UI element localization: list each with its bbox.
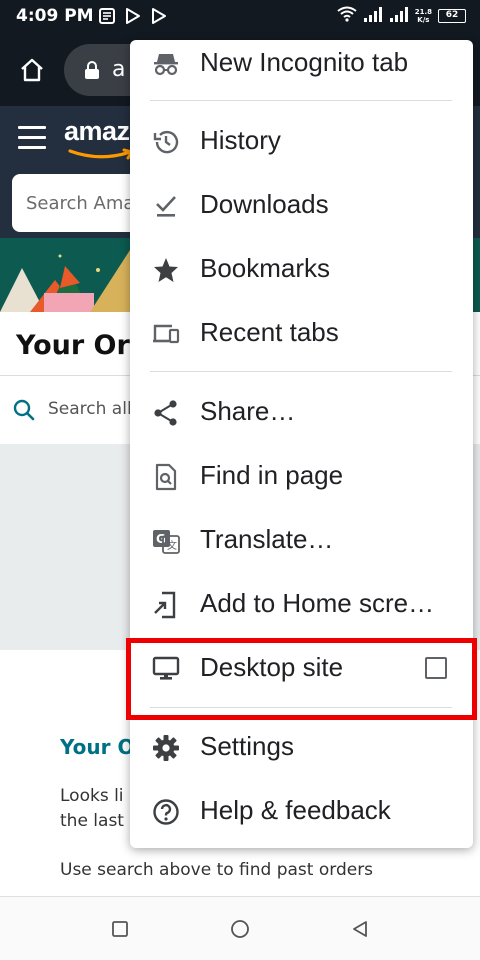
status-time: 4:09 PM <box>16 6 94 26</box>
menu-item-recent-tabs[interactable]: Recent tabs <box>130 302 473 366</box>
find-in-page-icon <box>152 463 180 491</box>
menu-item-label: Add to Home scre… <box>200 588 435 618</box>
gear-icon <box>152 734 180 762</box>
menu-item-label: Bookmarks <box>200 253 331 283</box>
network-speed: 21.8 K/s <box>415 8 432 24</box>
menu-item-label: New Incognito tab <box>200 47 409 77</box>
play-store-notification-icon-2 <box>150 7 168 25</box>
network-speed-value: 21.8 <box>414 8 432 16</box>
home-icon[interactable] <box>18 56 46 84</box>
amazon-search-placeholder: Search Ama <box>26 193 135 214</box>
menu-item-label: Translate… <box>200 524 334 554</box>
menu-item-label: Downloads <box>200 189 329 219</box>
amazon-logo[interactable]: amaz <box>64 116 130 147</box>
your-orders-heading: Your O <box>60 735 135 759</box>
status-bar: 4:09 PM 21.8 K/s 62 <box>0 0 480 34</box>
history-icon <box>152 128 180 156</box>
menu-divider <box>150 100 452 101</box>
svg-text:文: 文 <box>167 539 177 552</box>
recents-square-icon[interactable] <box>110 919 130 939</box>
url-text: a <box>112 57 126 82</box>
devices-icon <box>152 320 180 348</box>
add-to-home-icon <box>152 591 180 619</box>
orders-page-title: Your Or <box>16 330 130 361</box>
lock-icon <box>84 60 100 80</box>
chrome-overflow-menu: New Incognito tab History Downloads Book… <box>130 40 473 848</box>
menu-item-find-in-page[interactable]: Find in page <box>130 445 473 509</box>
amazon-smile-icon <box>68 148 135 160</box>
search-icon[interactable] <box>12 398 36 422</box>
star-icon <box>152 256 180 284</box>
no-orders-line-2: the last <box>60 811 124 831</box>
menu-item-new-incognito-tab[interactable]: New Incognito tab <box>130 32 473 96</box>
home-circle-icon[interactable] <box>230 919 250 939</box>
menu-item-add-to-home-screen[interactable]: Add to Home scre… <box>130 573 473 637</box>
help-icon <box>152 798 180 826</box>
menu-item-translate[interactable]: G文 Translate… <box>130 509 473 573</box>
menu-item-label: Settings <box>200 731 294 761</box>
menu-item-label: History <box>200 125 281 155</box>
news-notification-icon <box>98 7 116 25</box>
translate-icon: G文 <box>152 527 180 555</box>
back-triangle-icon[interactable] <box>350 919 370 939</box>
share-icon <box>152 399 180 427</box>
menu-item-settings[interactable]: Settings <box>130 716 473 780</box>
battery-indicator: 62 <box>438 9 466 23</box>
play-store-notification-icon <box>124 7 142 25</box>
menu-item-label: Find in page <box>200 460 344 490</box>
notification-icons <box>98 7 168 25</box>
menu-item-label: Share… <box>200 396 296 426</box>
order-search-input[interactable]: Search all <box>48 399 132 419</box>
incognito-icon <box>152 50 180 78</box>
status-indicators: 21.8 K/s 62 <box>337 6 466 26</box>
menu-divider <box>150 371 452 372</box>
menu-item-label: Help & feedback <box>200 795 391 825</box>
system-navigation-bar <box>0 896 480 960</box>
menu-item-help-feedback[interactable]: Help & feedback <box>130 780 473 844</box>
signal-icon <box>363 6 383 26</box>
wifi-icon <box>337 6 357 26</box>
menu-item-bookmarks[interactable]: Bookmarks <box>130 238 473 302</box>
menu-item-downloads[interactable]: Downloads <box>130 174 473 238</box>
menu-item-share[interactable]: Share… <box>130 381 473 445</box>
no-orders-line-1: Looks li <box>60 786 124 806</box>
no-orders-message: Looks li the last <box>60 784 124 834</box>
menu-item-label: Recent tabs <box>200 317 339 347</box>
signal-icon-2 <box>389 6 409 26</box>
desktop-site-highlight-box <box>126 638 477 720</box>
menu-item-history[interactable]: History <box>130 110 473 174</box>
network-speed-unit: K/s <box>417 16 430 24</box>
downloads-icon <box>152 192 180 220</box>
svg-text:G: G <box>156 532 166 546</box>
hamburger-menu-icon[interactable] <box>18 126 46 149</box>
search-hint-text: Use search above to find past orders <box>60 860 374 880</box>
